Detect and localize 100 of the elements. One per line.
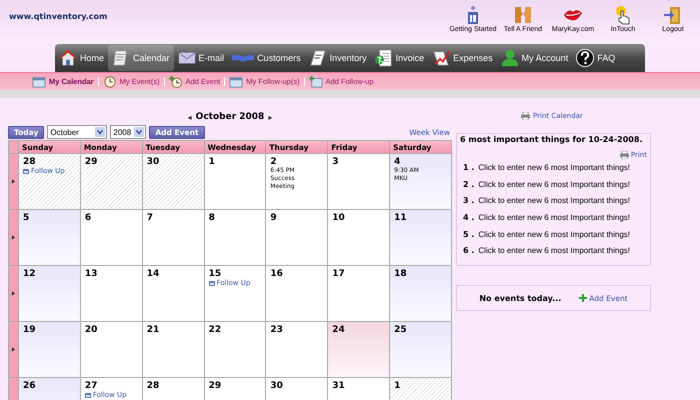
day-number: 29 [208,381,222,391]
nav-tab[interactable]: My Account [496,45,572,71]
day-cell[interactable]: 18 [390,266,451,321]
important-thing-link[interactable]: Click to enter new 6 most Important things! [478,246,630,256]
day-cell[interactable]: 30 [142,154,204,209]
day-number: 31 [332,381,345,391]
month-select[interactable]: October [47,125,108,139]
day-cell[interactable]: 9 [266,210,328,265]
week-arrow-icon[interactable] [12,291,15,296]
day-cell[interactable]: 25 [390,322,451,377]
day-number: 20 [84,325,98,335]
day-cell[interactable]: 26 [19,378,80,400]
day-cell[interactable]: 29 [204,378,266,400]
day-number: 28 [146,381,160,391]
day-number: 17 [332,269,345,279]
nav-tab[interactable]: E-mail [174,45,228,71]
important-thing-link[interactable]: Click to enter new 6 most Important things! [478,162,630,172]
day-cell[interactable]: 24 [328,322,390,377]
day-number: 1 [208,157,215,167]
day-cell[interactable]: 3 [328,154,390,209]
printer-icon [521,112,530,120]
day-cell[interactable]: 29 [80,154,142,209]
day-number: 9 [270,213,277,223]
day-cell[interactable]: 30 [266,378,328,400]
chart-arrow-icon [432,49,450,67]
house-icon [59,49,77,67]
day-cell[interactable]: 17 [328,266,390,321]
site-url[interactable]: www.qtinventory.com [9,12,108,21]
nav-tab[interactable]: Expenses [428,45,497,71]
important-thing-link[interactable]: Click to enter new 6 most Important things! [478,196,630,206]
day-number: 16 [270,269,283,279]
week-arrow-icon[interactable] [12,347,15,352]
year-select[interactable]: 2008 [110,125,146,139]
day-cell[interactable]: 12 [19,266,80,321]
day-cell[interactable]: 7 [142,210,204,265]
calendar-icon [23,168,29,174]
plus-icon [579,294,588,302]
day-cell[interactable]: 14 [142,266,204,321]
item-number: 4 . [463,212,474,222]
invoice-dollar-icon [374,49,393,67]
day-cell[interactable]: 8 [204,210,266,265]
nav-tab[interactable]: Inventory [304,45,371,71]
paper-icon [308,49,327,67]
nav-tab[interactable]: Calendar [108,45,174,71]
day-number: 11 [394,213,407,223]
calendar-icon [229,76,244,88]
week-arrow-icon[interactable] [12,179,15,184]
day-number: 28 [23,157,36,167]
caret-icon [134,127,144,137]
item-number: 6 . [463,246,474,256]
day-cell[interactable]: 1 [204,154,266,209]
month-title: October 2008 [196,112,264,122]
previous-month-link[interactable]: ◂ [188,112,192,122]
nav-tab[interactable]: Invoice [370,45,428,71]
calendar-icon [208,280,215,286]
door-exit-icon [663,5,683,25]
day-cell[interactable]: 21 [142,322,204,377]
nav-tab[interactable]: Home [55,45,108,71]
printer-icon [620,151,629,159]
clock-icon [102,76,117,88]
item-number: 3 . [463,196,474,206]
caret-icon [95,127,106,137]
day-cell[interactable]: 23 [266,322,328,377]
day-cell[interactable]: 13 [80,266,142,321]
day-cell[interactable]: 20 [80,322,142,377]
day-cell[interactable]: 16 [266,266,328,321]
day-number: 19 [23,325,36,335]
day-cell[interactable]: 5 [19,210,80,265]
next-month-link[interactable]: ▸ [268,112,272,122]
important-thing-link[interactable]: Click to enter new 6 most Important things! [478,180,630,189]
nav-tab[interactable]: FAQ [572,45,620,71]
item-number: 5 . [463,230,474,239]
panel-title: 6 most important things for 10-24-2008. [460,135,644,144]
day-number: 12 [23,269,36,279]
day-number: 13 [84,269,98,279]
person-icon [500,49,519,67]
day-cell[interactable]: 19 [19,322,80,377]
important-thing-link[interactable]: Click to enter new 6 most Important things! [478,212,630,222]
add-clock-icon [168,76,183,88]
day-cell[interactable]: 1 [390,378,451,400]
day-number: 14 [146,269,160,279]
nav-tab[interactable]: Customers [228,45,305,71]
day-cell[interactable]: 6 [80,210,142,265]
day-number: 27 [84,381,98,391]
calendar-icon [84,392,91,398]
day-cell[interactable]: 31 [328,378,390,400]
day-cell[interactable]: 22 [204,322,266,377]
day-number: 22 [208,325,222,335]
day-number: 21 [146,325,160,335]
day-number: 29 [84,157,98,167]
day-cell[interactable]: 10 [328,210,390,265]
week-arrow-icon[interactable] [12,235,15,240]
day-number: 5 [23,213,30,223]
important-thing-link[interactable]: Click to enter new 6 most Important things! [478,230,630,239]
day-cell[interactable]: 28 [142,378,204,400]
day-number: 30 [270,381,283,391]
day-number: 30 [146,157,160,167]
day-number: 4 [394,157,400,167]
day-number: 3 [332,157,339,167]
day-cell[interactable]: 11 [390,210,451,265]
